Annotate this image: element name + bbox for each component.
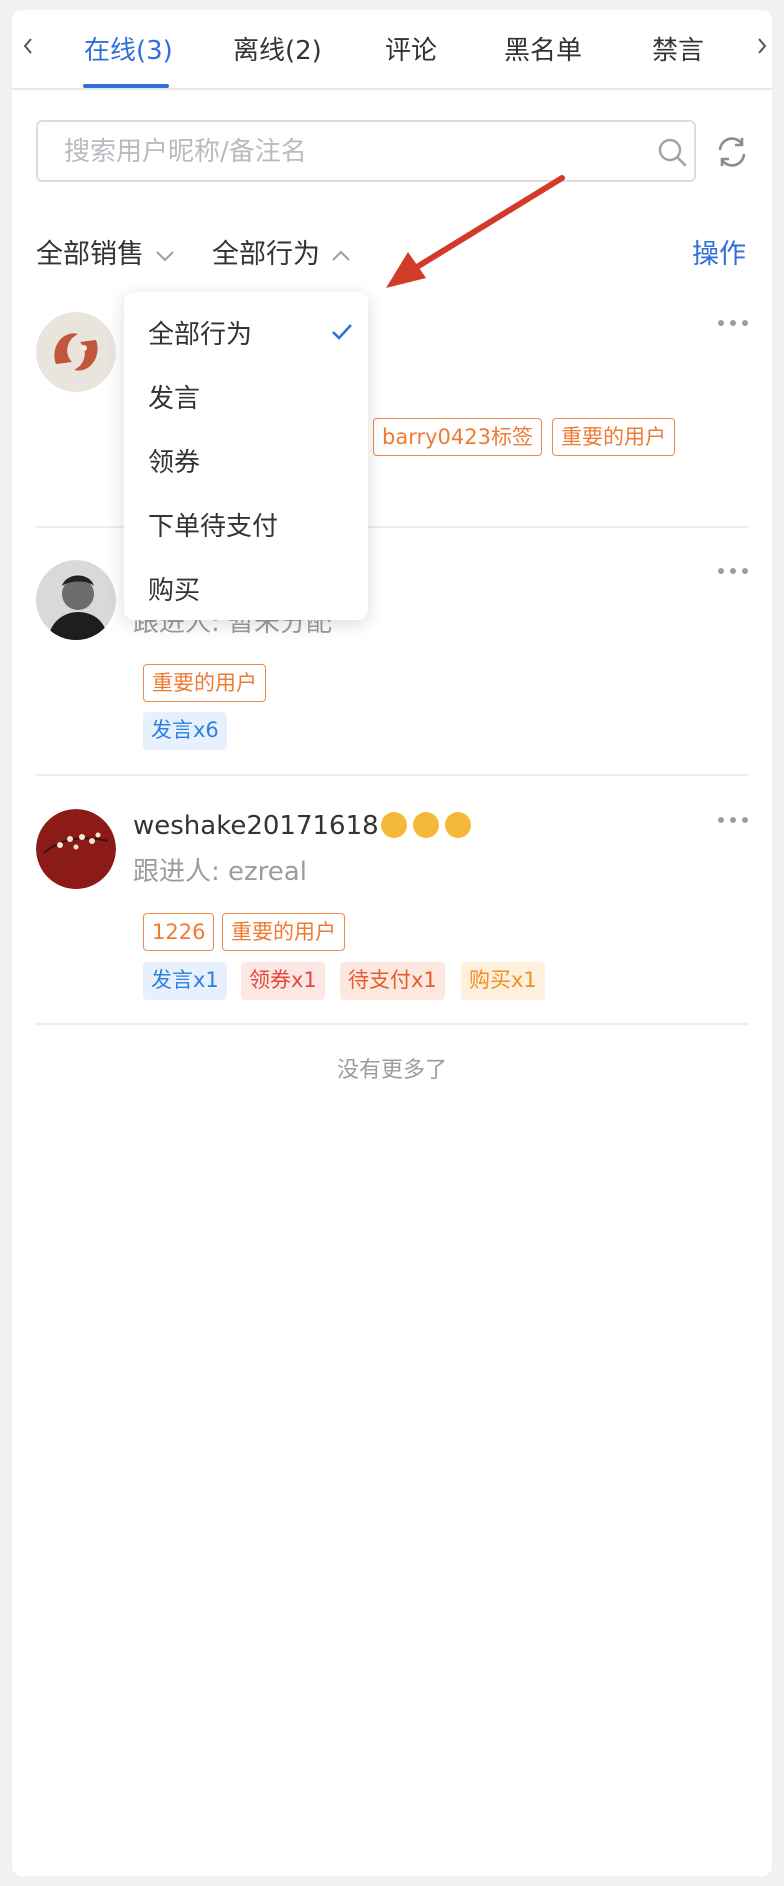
behavior-tag: 领券x1 [241,962,325,1000]
behavior-filter[interactable]: 全部行为 [212,232,352,271]
user-tag: 重要的用户 [222,913,345,951]
chevron-left-icon[interactable] [16,32,40,60]
sales-filter[interactable]: 全部销售 [36,232,176,271]
tab-blacklist[interactable]: 黑名单 [504,30,582,67]
tab-online[interactable]: 在线(3) [84,30,173,67]
action-button[interactable]: 操作 [692,232,746,271]
chevron-down-icon [156,250,174,261]
user-tag: 重要的用户 [552,418,675,456]
dropdown-item-pending-payment[interactable]: 下单待支付 [148,506,278,543]
avatar [36,560,116,640]
chevron-up-icon [332,250,350,261]
tab-bar: 在线(3) 离线(2) 评论 黑名单 禁言 [12,10,772,90]
tired-face-emoji-icon [380,812,407,838]
divider [36,1023,748,1025]
more-options-icon[interactable] [716,318,750,328]
follower-text: 跟进人: ezreal [133,857,307,887]
annotation-arrow [386,175,565,288]
behavior-tag: 发言x6 [143,712,227,750]
behavior-tag: 发言x1 [143,962,227,1000]
more-options-icon[interactable] [716,815,750,825]
behavior-tag: 待支付x1 [340,962,445,1000]
behavior-filter-label: 全部行为 [212,239,320,270]
behavior-tag: 购买x1 [461,962,545,1000]
refresh-icon[interactable] [715,135,749,169]
tired-face-emoji-icon [444,812,471,838]
search-box [36,120,696,182]
user-name: weshake20171618 [133,811,379,841]
behavior-dropdown-menu: 全部行为 发言 领券 下单待支付 购买 [124,292,368,620]
user-name-line: weshake20171618 [133,811,471,841]
chevron-right-icon[interactable] [750,32,772,60]
divider [36,774,748,776]
no-more-text: 没有更多了 [336,1058,447,1083]
tired-face-emoji-icon [412,812,439,838]
dropdown-item-coupon[interactable]: 领券 [148,442,200,479]
more-options-icon[interactable] [716,566,750,576]
tab-comments[interactable]: 评论 [385,30,437,67]
dropdown-item-all[interactable]: 全部行为 [148,314,252,351]
list-item[interactable]: weshake20171618 跟进人: ezreal 1226 重要的用户 发… [36,809,750,1000]
user-tag: barry0423标签 [373,418,542,456]
tab-offline[interactable]: 离线(2) [233,30,322,67]
dropdown-item-purchase[interactable]: 购买 [148,570,200,607]
search-input[interactable] [62,136,626,168]
main-panel: 在线(3) 离线(2) 评论 黑名单 禁言 全部销售 全部行为 操作 [12,10,772,1876]
search-icon[interactable] [656,136,688,168]
avatar [36,312,116,392]
user-tag: 1226 [143,913,215,951]
sales-filter-label: 全部销售 [36,239,144,270]
dropdown-item-speak[interactable]: 发言 [148,378,200,415]
user-tag: 重要的用户 [143,664,266,702]
avatar [36,809,116,889]
check-icon [332,324,352,340]
active-tab-indicator [83,84,169,88]
tab-muted[interactable]: 禁言 [652,30,704,67]
